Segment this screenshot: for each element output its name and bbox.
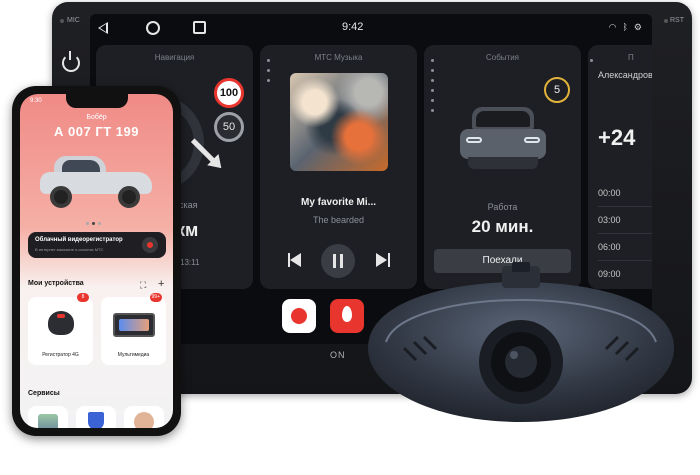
event-label: Работа: [487, 202, 518, 212]
events-card[interactable]: События 5 Работа 20 мин. Поехали: [424, 45, 581, 289]
previous-track-icon[interactable]: [288, 253, 302, 267]
recorder-icon: [48, 311, 74, 335]
events-title: События: [485, 53, 520, 62]
pager-dots: [590, 59, 593, 62]
shield-icon: [88, 412, 104, 428]
recorder-app-icon: [291, 308, 307, 324]
device-badge: 99+: [149, 293, 162, 302]
music-card[interactable]: МТС Музыка My favorite Mi... The bearded: [260, 45, 417, 289]
car-owner-name: Бобёр: [86, 114, 107, 121]
bluetooth-icon: ᛒ: [622, 22, 628, 32]
service-image: [38, 414, 58, 428]
home-icon[interactable]: [146, 21, 160, 35]
brand-logo: ON: [330, 350, 346, 360]
service-tile[interactable]: [124, 406, 164, 428]
event-travel-time: 20 мин.: [471, 217, 534, 236]
pager-dots: [431, 59, 434, 112]
pause-button[interactable]: [321, 244, 355, 278]
scan-icon[interactable]: ⛶: [140, 280, 146, 291]
services-section-title: Сервисы: [28, 390, 60, 397]
device-card-recorder[interactable]: 8 Регистратор 4G: [28, 293, 93, 365]
power-icon[interactable]: [62, 51, 80, 72]
mic-label: MIC: [67, 17, 80, 24]
current-speed-indicator: 50: [214, 112, 244, 142]
music-title: МТС Музыка: [314, 53, 363, 62]
events-count-badge: 5: [544, 77, 570, 103]
divider: [598, 260, 652, 261]
dashcam-icon: [142, 237, 158, 253]
weather-title: П: [628, 53, 634, 62]
carousel-dots: [86, 222, 101, 225]
forecast-time: 06:00: [598, 242, 621, 252]
device-card-multimedia[interactable]: 99+ Мультимедиа: [101, 293, 166, 365]
forecast-time: 03:00: [598, 215, 621, 225]
temperature: +24: [598, 125, 636, 150]
rst-hole: [664, 19, 668, 23]
devices-section-title: Мои устройства: [28, 280, 84, 287]
promo-banner[interactable]: Облачный видеорегистратор В интернет-маг…: [28, 232, 166, 258]
speed-limit-sign: 100: [214, 78, 244, 108]
song-title: My favorite Mi...: [300, 197, 376, 208]
settings-icon[interactable]: ⚙: [634, 22, 642, 32]
banner-title: Облачный видеорегистратор: [35, 237, 123, 243]
device-label: Регистратор 4G: [42, 352, 79, 358]
mic-hole: [60, 19, 64, 23]
song-artist: The bearded: [312, 215, 365, 225]
recent-apps-icon[interactable]: [193, 21, 206, 34]
weather-card[interactable]: П Александров +24 00:00 03:00 06:00 09:0…: [588, 45, 652, 289]
navigation-eta: 13:11: [180, 258, 200, 267]
dashcam-mount-clip: [512, 262, 530, 272]
wifi-icon: ◠: [608, 22, 617, 32]
device-label: Мультимедиа: [117, 352, 150, 358]
phone-notch: [66, 94, 128, 108]
device-badge: 8: [77, 293, 89, 302]
back-icon[interactable]: [98, 22, 108, 34]
forecast-time: 00:00: [598, 188, 621, 198]
truck-front-image: [458, 107, 548, 177]
add-device-icon[interactable]: +: [158, 278, 164, 290]
banner-subtitle: В интернет-магазине и салонах МТС: [35, 247, 104, 252]
avatar: [134, 412, 154, 428]
pager-dots: [267, 59, 270, 82]
dashcam-device: [368, 262, 674, 422]
smartphone: 9:30 Бобёр А 007 ГТ 199 Облачный видеоре…: [12, 86, 181, 436]
navigation-title: Навигация: [154, 53, 195, 62]
phone-status-time: 9:30: [30, 98, 42, 104]
service-tile[interactable]: [28, 406, 68, 428]
multimedia-icon: [113, 313, 155, 337]
album-art: [290, 73, 388, 171]
weather-location: Александров: [598, 70, 652, 80]
system-icons: ◠ ᛒ ⚙: [609, 22, 642, 32]
rst-label: RST: [670, 17, 684, 24]
divider: [598, 233, 652, 234]
phone-screen: 9:30 Бобёр А 007 ГТ 199 Облачный видеоре…: [20, 94, 173, 428]
mts-egg-icon: [342, 306, 352, 322]
status-clock: 9:42: [342, 21, 364, 33]
divider: [598, 206, 652, 207]
service-tile[interactable]: [76, 406, 116, 428]
pickup-truck-image: [40, 150, 152, 210]
status-bar: 9:42 ◠ ᛒ ⚙: [90, 14, 652, 42]
license-plate: А 007 ГТ 199: [54, 124, 139, 139]
dock-app-recorder[interactable]: [282, 299, 316, 333]
